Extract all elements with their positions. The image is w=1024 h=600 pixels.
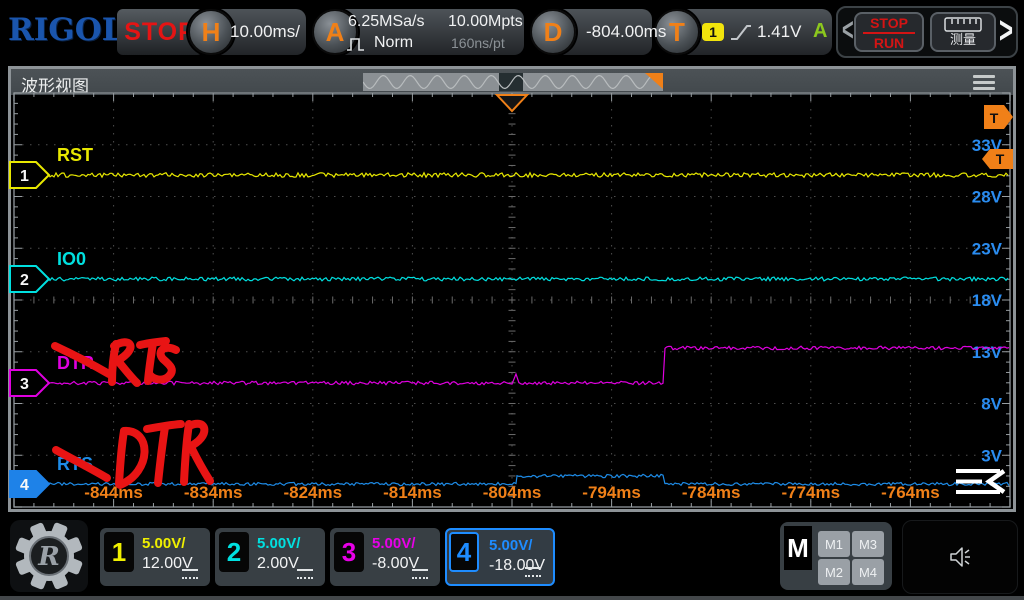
rigol-logo: RIGOL bbox=[8, 12, 124, 48]
stop-label: STOP bbox=[856, 15, 922, 32]
speaker-muted-icon bbox=[947, 544, 973, 570]
d-knob[interactable]: D bbox=[530, 9, 576, 55]
run-label: RUN bbox=[856, 35, 922, 52]
trigger-status: A bbox=[813, 20, 827, 43]
pulse-icon bbox=[346, 36, 370, 57]
next-arrow-icon[interactable]: > bbox=[999, 10, 1013, 55]
channel-4-scale: 5.00V/ bbox=[489, 537, 532, 554]
channel-bar: R 1 5.00V/ 12.00V 2 5.00V/ 2.00V 3 5.00V… bbox=[0, 516, 1024, 600]
channel-4-number: 4 bbox=[449, 532, 479, 572]
math-m1-button[interactable]: M1 bbox=[818, 531, 850, 557]
timebase-value: 10.00ms/ bbox=[230, 22, 300, 42]
math-panel: M M1 M3 M2 M4 bbox=[780, 522, 892, 590]
dc-coupling-icon bbox=[297, 569, 313, 579]
trigger-settings[interactable]: T 1 1.41V A bbox=[654, 9, 832, 55]
rigol-gear-logo[interactable]: R bbox=[10, 520, 88, 592]
channel-3-scale: 5.00V/ bbox=[372, 535, 415, 552]
channel-2-scale: 5.00V/ bbox=[257, 535, 300, 552]
stop-run-button[interactable]: STOP RUN bbox=[854, 12, 924, 52]
acquisition-settings[interactable]: A 6.25MSa/s Norm 10.00Mpts 160ns/pt bbox=[312, 9, 524, 55]
measure-label: 测量 bbox=[932, 29, 994, 48]
status-bar: RIGOL STOP H 10.00ms/ A 6.25MSa/s Norm 1… bbox=[0, 0, 1024, 64]
channel-3-card[interactable]: 3 5.00V/ -8.00V bbox=[330, 528, 440, 586]
menu-collapse-icon[interactable] bbox=[956, 469, 1000, 473]
window-title: 波形视图 bbox=[21, 72, 89, 97]
measure-button[interactable]: 测量 bbox=[930, 12, 996, 52]
trigger-source-badge: 1 bbox=[702, 23, 724, 41]
channel-4-card-selected[interactable]: 4 5.00V/ -18.00V bbox=[445, 528, 555, 586]
gear-r-letter: R bbox=[37, 542, 60, 572]
delay-settings[interactable]: D -804.00ms bbox=[530, 9, 652, 55]
delay-value: -804.00ms bbox=[586, 22, 666, 42]
h-knob[interactable]: H bbox=[188, 9, 234, 55]
channel-1-scale: 5.00V/ bbox=[142, 535, 185, 552]
window-title-bar: 波形视图 bbox=[11, 69, 1013, 95]
sample-rate: 6.25MSa/s bbox=[348, 13, 424, 31]
quick-button-panel: < STOP RUN 测量 > bbox=[836, 6, 1018, 58]
horizontal-settings[interactable]: H 10.00ms/ bbox=[188, 9, 306, 55]
acquisition-mode: Norm bbox=[374, 34, 413, 52]
dc-coupling-icon bbox=[182, 569, 198, 579]
math-m3-button[interactable]: M3 bbox=[852, 531, 884, 557]
math-m2-button[interactable]: M2 bbox=[818, 559, 850, 585]
bottom-bezel bbox=[0, 596, 1024, 600]
rising-edge-icon bbox=[730, 22, 752, 47]
trigger-level-value: 1.41V bbox=[757, 22, 801, 42]
beeper-button[interactable] bbox=[902, 520, 1018, 594]
math-m4-button[interactable]: M4 bbox=[852, 559, 884, 585]
math-label[interactable]: M bbox=[784, 526, 812, 570]
channel-3-number: 3 bbox=[334, 532, 364, 572]
prev-arrow-icon[interactable]: < bbox=[842, 13, 854, 50]
dc-coupling-icon bbox=[412, 569, 428, 579]
menu-collapse-icon[interactable] bbox=[956, 490, 1000, 494]
trigger-pill bbox=[677, 9, 832, 55]
channel-2-offset: 2.00V bbox=[257, 555, 299, 573]
channel-1-card[interactable]: 1 5.00V/ 12.00V bbox=[100, 528, 210, 586]
stop-run-divider bbox=[863, 32, 915, 34]
channel-1-number: 1 bbox=[104, 532, 134, 572]
channel-2-card[interactable]: 2 5.00V/ 2.00V bbox=[215, 528, 325, 586]
memory-depth: 10.00Mpts bbox=[448, 13, 523, 31]
menu-collapse-icon[interactable] bbox=[956, 480, 982, 484]
hamburger-menu-icon[interactable] bbox=[973, 75, 995, 93]
channel-2-number: 2 bbox=[219, 532, 249, 572]
dc-coupling-icon bbox=[525, 567, 541, 577]
sample-interval: 160ns/pt bbox=[451, 35, 505, 51]
record-position-bar[interactable] bbox=[363, 73, 663, 91]
waveform-view-window: 波形视图 bbox=[8, 66, 1016, 512]
